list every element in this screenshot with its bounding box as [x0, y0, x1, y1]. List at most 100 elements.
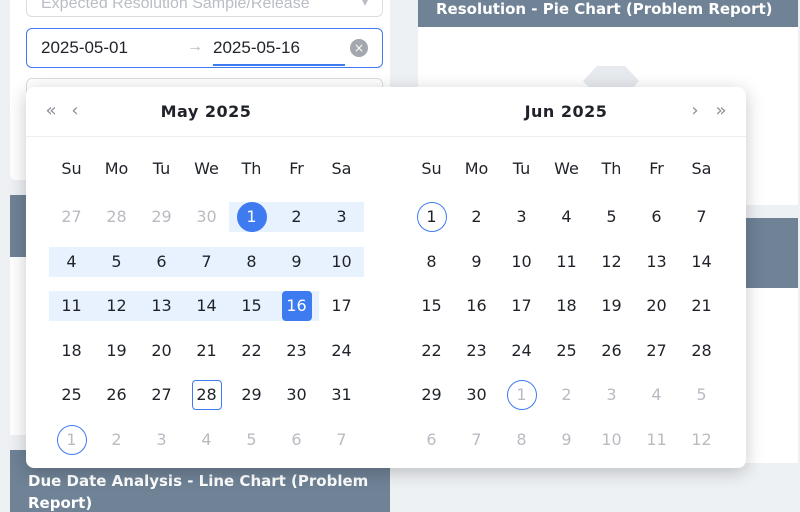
calendar-day[interactable]: 7: [679, 202, 724, 232]
calendar-day[interactable]: 1: [229, 202, 274, 232]
calendar-day[interactable]: 17: [499, 291, 544, 321]
calendar-day[interactable]: 30: [184, 202, 229, 232]
calendar-day[interactable]: 19: [94, 336, 139, 366]
day-number: 4: [66, 251, 77, 271]
calendar-day[interactable]: 2: [544, 380, 589, 410]
day-number: 21: [691, 296, 712, 316]
calendar-day[interactable]: 14: [679, 247, 724, 277]
calendar-day[interactable]: 18: [544, 291, 589, 321]
calendar-day[interactable]: 13: [139, 291, 184, 322]
calendar-day[interactable]: 30: [274, 380, 319, 410]
calendar-day[interactable]: 1: [499, 380, 544, 411]
calendar-day[interactable]: 21: [679, 291, 724, 321]
calendar-day[interactable]: 14: [184, 291, 229, 322]
calendar-day[interactable]: 30: [454, 380, 499, 410]
calendar-day[interactable]: 2: [274, 202, 319, 232]
calendar-day[interactable]: 11: [634, 425, 679, 455]
calendar-day[interactable]: 23: [274, 336, 319, 366]
calendar-day[interactable]: 16: [274, 291, 319, 322]
calendar-day[interactable]: 6: [139, 246, 184, 277]
day-number: 15: [241, 296, 262, 316]
calendar-day[interactable]: 10: [589, 425, 634, 455]
calendar-day[interactable]: 22: [229, 336, 274, 366]
calendar-day[interactable]: 29: [139, 202, 184, 232]
calendar-day[interactable]: 1: [409, 202, 454, 232]
day-number: 8: [246, 251, 257, 271]
calendar-day[interactable]: 7: [319, 425, 364, 455]
calendar-day[interactable]: 27: [49, 202, 94, 232]
calendar-day[interactable]: 24: [319, 336, 364, 366]
calendar-day[interactable]: 11: [544, 247, 589, 277]
double-chevron-left-icon[interactable]: «: [40, 99, 62, 123]
calendar-day[interactable]: 22: [409, 336, 454, 366]
range-end-input[interactable]: [213, 29, 353, 67]
calendar-day[interactable]: 4: [634, 380, 679, 410]
calendar-day[interactable]: 12: [679, 425, 724, 455]
calendar-day[interactable]: 21: [184, 336, 229, 366]
calendar-day[interactable]: 25: [544, 336, 589, 366]
calendar-day[interactable]: 4: [49, 246, 94, 277]
calendar-day[interactable]: 25: [49, 380, 94, 410]
calendar-day[interactable]: 19: [589, 291, 634, 321]
date-range-picker[interactable]: → ×: [26, 28, 383, 68]
calendar-day[interactable]: 4: [544, 202, 589, 232]
calendar-day[interactable]: 1: [49, 425, 94, 455]
calendar-day[interactable]: 7: [184, 246, 229, 277]
calendar-day[interactable]: 20: [139, 336, 184, 366]
calendar-day[interactable]: 15: [409, 291, 454, 321]
calendar-day[interactable]: 12: [589, 247, 634, 277]
day-number: 13: [646, 251, 667, 271]
calendar-day[interactable]: 29: [229, 380, 274, 410]
calendar-day[interactable]: 6: [274, 425, 319, 455]
calendar-day[interactable]: 12: [94, 291, 139, 322]
calendar-day[interactable]: 27: [139, 380, 184, 410]
calendar-day[interactable]: 5: [679, 380, 724, 410]
calendar-day[interactable]: 31: [319, 380, 364, 410]
calendar-day[interactable]: 18: [49, 336, 94, 366]
chevron-left-icon[interactable]: ‹: [64, 99, 86, 123]
calendar-day[interactable]: 26: [94, 380, 139, 410]
calendar-day[interactable]: 2: [454, 202, 499, 232]
calendar-day[interactable]: 8: [229, 246, 274, 277]
clear-icon[interactable]: ×: [350, 39, 368, 57]
calendar-day[interactable]: 5: [229, 425, 274, 455]
calendar-day[interactable]: 28: [679, 336, 724, 366]
calendar-day[interactable]: 8: [409, 247, 454, 277]
calendar-day[interactable]: 16: [454, 291, 499, 321]
resolution-select[interactable]: Expected Resolution Sample/Release ▾: [26, 0, 383, 17]
calendar-day[interactable]: 10: [319, 246, 364, 277]
calendar-day[interactable]: 10: [499, 247, 544, 277]
calendar-day[interactable]: 24: [499, 336, 544, 366]
calendar-day[interactable]: 15: [229, 291, 274, 322]
calendar-day[interactable]: 9: [544, 425, 589, 455]
calendar-day[interactable]: 5: [94, 246, 139, 277]
calendar-day[interactable]: 6: [409, 425, 454, 455]
calendar-day[interactable]: 23: [454, 336, 499, 366]
calendar-day[interactable]: 3: [319, 202, 364, 232]
double-chevron-right-icon[interactable]: »: [710, 99, 732, 123]
calendar-day[interactable]: 28: [94, 202, 139, 232]
calendar-day[interactable]: 28: [184, 380, 229, 411]
calendar-day[interactable]: 9: [274, 246, 319, 277]
calendar-day[interactable]: 4: [184, 425, 229, 455]
calendar-day[interactable]: 27: [634, 336, 679, 366]
calendar-day[interactable]: 5: [589, 202, 634, 232]
calendar-day[interactable]: 2: [94, 425, 139, 455]
calendar-day[interactable]: 8: [499, 425, 544, 455]
day-number: 10: [331, 251, 352, 271]
weekday-header: Th: [601, 159, 622, 178]
range-start-input[interactable]: [41, 29, 181, 67]
calendar-day[interactable]: 3: [139, 425, 184, 455]
calendar-day[interactable]: 29: [409, 380, 454, 410]
calendar-day[interactable]: 7: [454, 425, 499, 455]
calendar-day[interactable]: 3: [589, 380, 634, 410]
calendar-day[interactable]: 20: [634, 291, 679, 321]
calendar-day[interactable]: 17: [319, 291, 364, 321]
calendar-day[interactable]: 6: [634, 202, 679, 232]
calendar-day[interactable]: 13: [634, 247, 679, 277]
calendar-day[interactable]: 3: [499, 202, 544, 232]
calendar-day[interactable]: 26: [589, 336, 634, 366]
calendar-day[interactable]: 9: [454, 247, 499, 277]
chevron-right-icon[interactable]: ›: [684, 99, 706, 123]
calendar-day[interactable]: 11: [49, 291, 94, 322]
